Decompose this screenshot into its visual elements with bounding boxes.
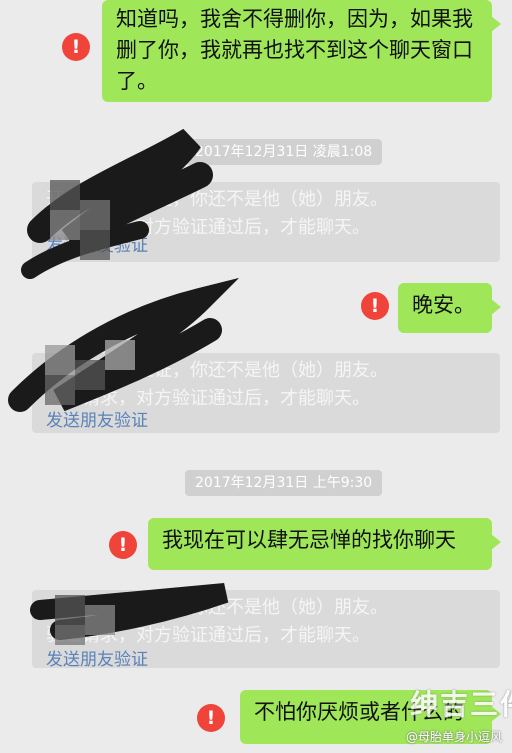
censor-scribble [8, 128, 240, 645]
author-credit: @母胎单身小逗风 [405, 730, 502, 744]
watermark: 绅吉三件 [410, 688, 512, 721]
